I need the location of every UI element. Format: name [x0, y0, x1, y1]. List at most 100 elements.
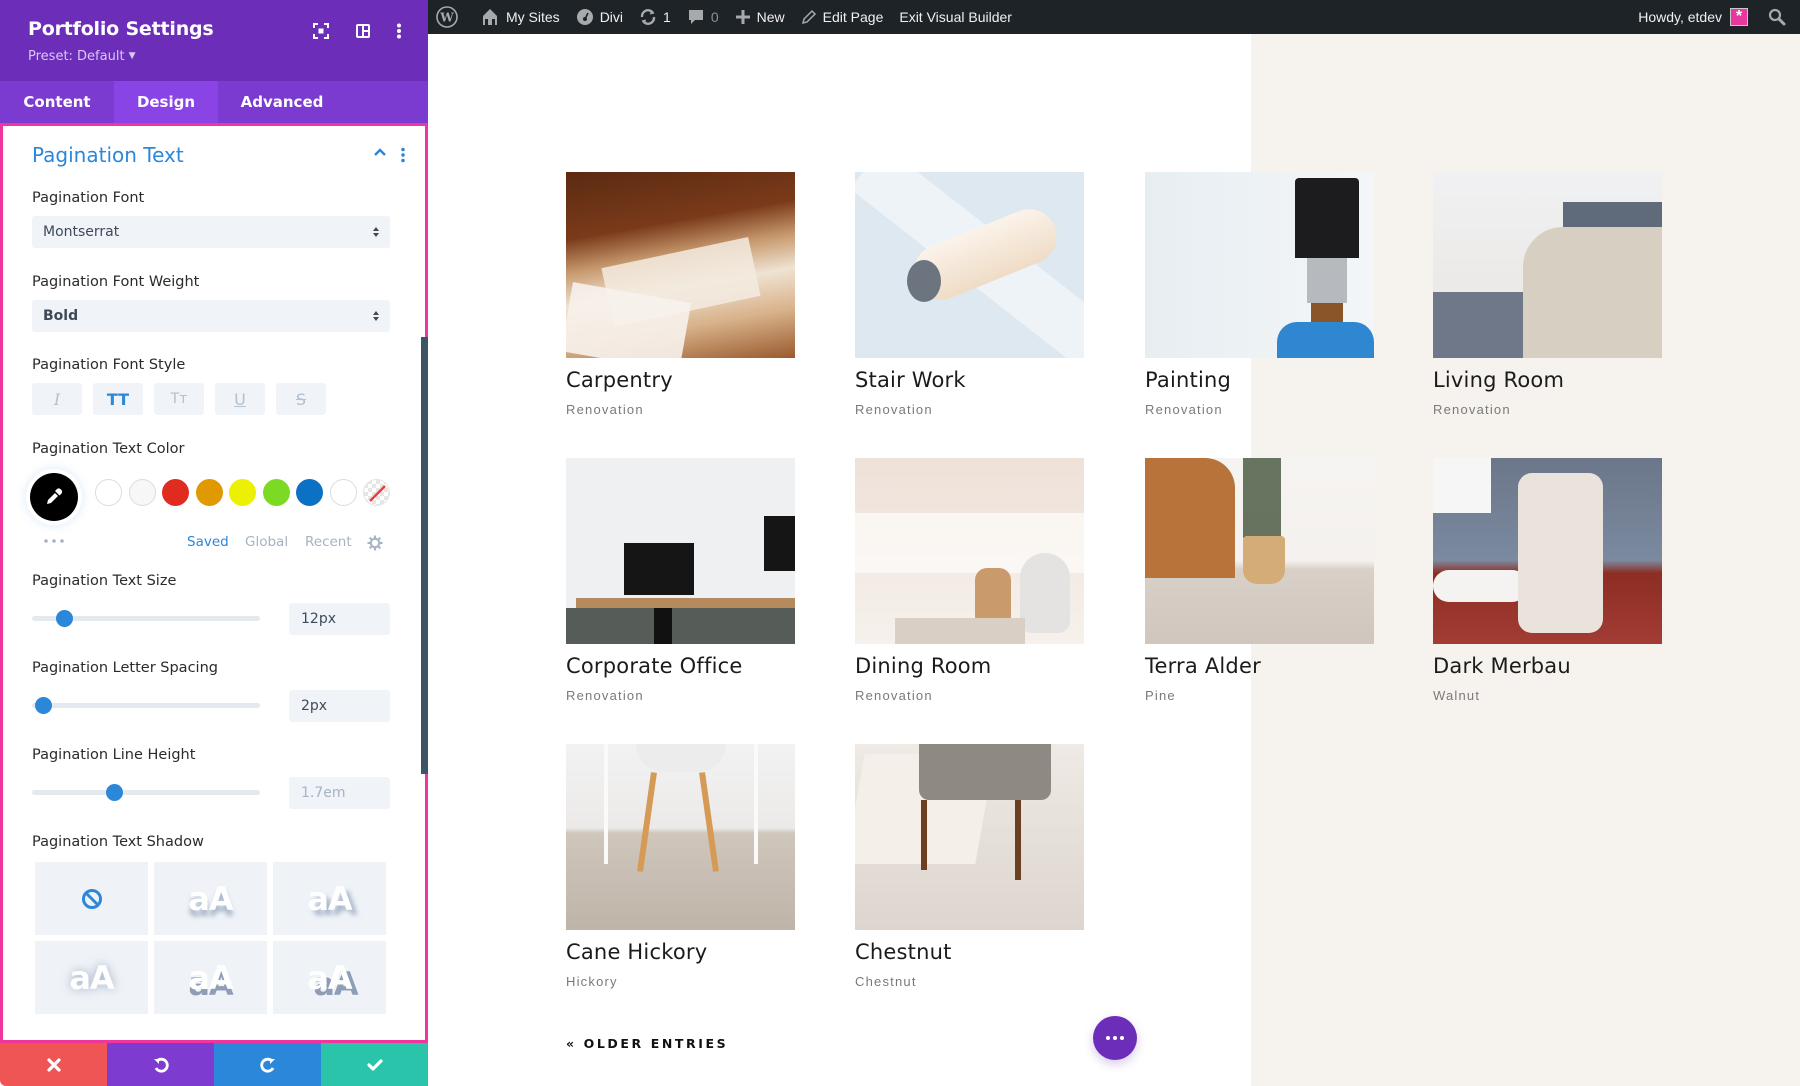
font-select[interactable]: Montserrat	[32, 216, 390, 248]
shadow-preset-hard-offset[interactable]: aA	[273, 941, 386, 1014]
portfolio-title[interactable]: Chestnut	[855, 940, 1084, 964]
admin-search-button[interactable]	[1756, 0, 1800, 34]
portfolio-item[interactable]: Carpentry Renovation	[566, 172, 795, 417]
portfolio-image-carpentry[interactable]	[566, 172, 795, 358]
portfolio-image-corporate-office[interactable]	[566, 458, 795, 644]
portfolio-title[interactable]: Carpentry	[566, 368, 795, 392]
color-swatch[interactable]	[229, 479, 256, 506]
shadow-preset-bottom-right-soft[interactable]: aA	[273, 862, 386, 935]
font-weight-select[interactable]: Bold	[32, 300, 390, 332]
collapse-section-button[interactable]	[373, 145, 389, 161]
panel-header[interactable]: Portfolio Settings Preset: Default ▼	[0, 0, 428, 81]
swatch-transparent[interactable]	[363, 479, 390, 506]
portfolio-category[interactable]: Renovation	[1145, 402, 1374, 417]
strikethrough-button[interactable]: S	[276, 383, 326, 415]
slider-thumb[interactable]	[55, 610, 73, 627]
portfolio-item[interactable]: Painting Renovation	[1145, 172, 1374, 417]
color-swatch[interactable]	[262, 479, 290, 506]
more-colors-button[interactable]	[42, 531, 66, 543]
shadow-preset-bottom-soft[interactable]: aA	[154, 862, 267, 935]
portfolio-category[interactable]: Renovation	[1433, 402, 1662, 417]
text-size-slider[interactable]	[32, 610, 260, 627]
snap-sidebar-button[interactable]	[352, 20, 374, 42]
color-swatch[interactable]	[296, 479, 323, 506]
line-height-input[interactable]: 1.7em	[289, 777, 390, 809]
wordpress-menu[interactable]: W	[428, 0, 472, 34]
older-entries-link[interactable]: « OLDER ENTRIES	[566, 1036, 728, 1051]
letter-spacing-input[interactable]: 2px	[289, 690, 390, 722]
portfolio-image-dining-room[interactable]	[855, 458, 1084, 644]
divi-menu[interactable]: Divi	[568, 0, 631, 34]
portfolio-image-living-room[interactable]	[1433, 172, 1662, 358]
slider-thumb[interactable]	[106, 784, 124, 801]
portfolio-item[interactable]: Dining Room Renovation	[855, 458, 1084, 703]
portfolio-image-dark-merbau[interactable]	[1433, 458, 1662, 644]
color-swatch[interactable]	[162, 479, 189, 506]
portfolio-title[interactable]: Living Room	[1433, 368, 1662, 392]
shadow-preset-hard-bottom[interactable]: aA	[154, 941, 267, 1014]
portfolio-image-stair-work[interactable]	[855, 172, 1084, 358]
color-swatch[interactable]	[128, 479, 156, 506]
portfolio-item[interactable]: Terra Alder Pine	[1145, 458, 1374, 703]
color-swatch[interactable]	[329, 479, 357, 506]
portfolio-title[interactable]: Dark Merbau	[1433, 654, 1662, 678]
preset-dropdown[interactable]: Preset: Default ▼	[28, 49, 135, 64]
portfolio-title[interactable]: Terra Alder	[1145, 654, 1374, 678]
color-settings-button[interactable]	[367, 535, 383, 551]
redo-button[interactable]	[214, 1043, 321, 1086]
tab-content[interactable]: Content	[0, 81, 114, 123]
portfolio-title[interactable]: Dining Room	[855, 654, 1084, 678]
portfolio-image-painting[interactable]	[1145, 172, 1374, 358]
updates-menu[interactable]: 1	[631, 0, 679, 34]
my-sites-menu[interactable]: My Sites	[472, 0, 568, 34]
portfolio-image-cane-hickory[interactable]	[566, 744, 795, 930]
portfolio-item[interactable]: Stair Work Renovation	[855, 172, 1084, 417]
portfolio-category[interactable]: Renovation	[855, 688, 1084, 703]
uppercase-button[interactable]: TT	[93, 383, 143, 415]
shadow-preset-none[interactable]	[35, 862, 148, 935]
section-more-button[interactable]	[400, 147, 406, 163]
portfolio-title[interactable]: Stair Work	[855, 368, 1084, 392]
color-tab-recent[interactable]: Recent	[305, 534, 352, 550]
portfolio-image-chestnut[interactable]	[855, 744, 1084, 930]
tab-design[interactable]: Design	[114, 81, 218, 123]
portfolio-category[interactable]: Renovation	[566, 402, 795, 417]
portfolio-item[interactable]: Dark Merbau Walnut	[1433, 458, 1662, 703]
portfolio-title[interactable]: Painting	[1145, 368, 1374, 392]
portfolio-category[interactable]: Renovation	[855, 402, 1084, 417]
portfolio-item[interactable]: Chestnut Chestnut	[855, 744, 1084, 989]
italic-button[interactable]: I	[32, 383, 82, 415]
scrollbar-thumb[interactable]	[421, 337, 428, 774]
slider-thumb[interactable]	[35, 697, 53, 714]
color-swatch[interactable]	[195, 479, 223, 506]
portfolio-category[interactable]: Walnut	[1433, 688, 1662, 703]
save-button[interactable]	[321, 1043, 428, 1086]
expand-modal-button[interactable]	[310, 20, 332, 42]
text-size-input[interactable]: 12px	[289, 603, 390, 635]
exit-visual-builder-link[interactable]: Exit Visual Builder	[891, 0, 1020, 34]
edit-page-link[interactable]: Edit Page	[793, 0, 892, 34]
letter-spacing-slider[interactable]	[32, 697, 260, 714]
portfolio-category[interactable]: Renovation	[566, 688, 795, 703]
panel-more-button[interactable]	[388, 20, 410, 42]
tab-advanced[interactable]: Advanced	[218, 81, 346, 123]
color-picker-button[interactable]	[30, 473, 78, 521]
line-height-slider[interactable]	[32, 784, 260, 801]
portfolio-image-terra-alder[interactable]	[1145, 458, 1374, 644]
comments-menu[interactable]: 0	[679, 0, 727, 34]
portfolio-category[interactable]: Chestnut	[855, 974, 1084, 989]
portfolio-item[interactable]: Corporate Office Renovation	[566, 458, 795, 703]
capitalize-button[interactable]: Tт	[154, 383, 204, 415]
shadow-preset-glow[interactable]: aA	[35, 941, 148, 1014]
undo-button[interactable]	[107, 1043, 214, 1086]
account-menu[interactable]: Howdy, etdev *	[1630, 0, 1756, 34]
portfolio-item[interactable]: Living Room Renovation	[1433, 172, 1662, 417]
new-content-menu[interactable]: New	[727, 0, 793, 34]
portfolio-title[interactable]: Corporate Office	[566, 654, 795, 678]
discard-button[interactable]	[0, 1043, 107, 1086]
color-tab-global[interactable]: Global	[245, 534, 288, 550]
builder-settings-button[interactable]	[1093, 1016, 1137, 1060]
color-tab-saved[interactable]: Saved	[187, 534, 229, 550]
portfolio-title[interactable]: Cane Hickory	[566, 940, 795, 964]
portfolio-category[interactable]: Hickory	[566, 974, 795, 989]
